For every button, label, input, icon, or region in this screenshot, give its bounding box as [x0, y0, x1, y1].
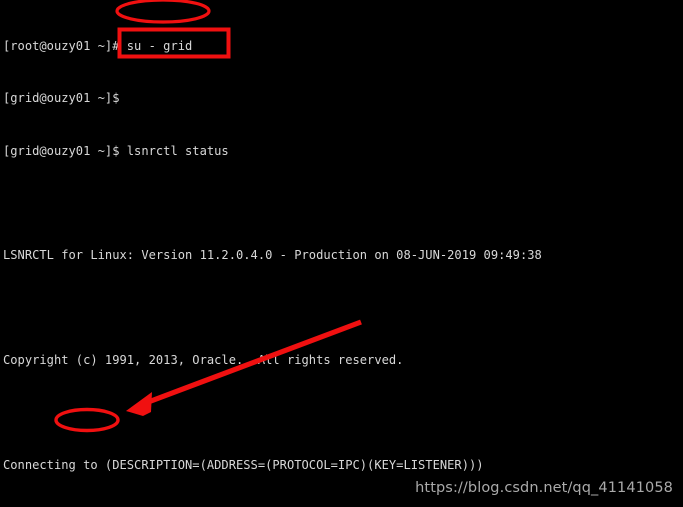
terminal-line: Copyright (c) 1991, 2013, Oracle. All ri…: [3, 352, 404, 367]
terminal-line: [grid@ouzy01 ~]$: [3, 91, 120, 106]
terminal-line: LSNRCTL for Linux: Version 11.2.0.4.0 - …: [3, 248, 542, 263]
terminal-line: [root@ouzy01 ~]# su - grid: [3, 38, 193, 53]
terminal-line: Connecting to (DESCRIPTION=(ADDRESS=(PRO…: [3, 457, 484, 472]
terminal-line: [grid@ouzy01 ~]$ lsnrctl status: [3, 143, 229, 158]
terminal-output[interactable]: [root@ouzy01 ~]# su - grid [grid@ouzy01 …: [0, 0, 683, 507]
terminal-screenshot: [root@ouzy01 ~]# su - grid [grid@ouzy01 …: [0, 0, 683, 507]
watermark-url: https://blog.csdn.net/qq_41141058: [415, 480, 673, 496]
